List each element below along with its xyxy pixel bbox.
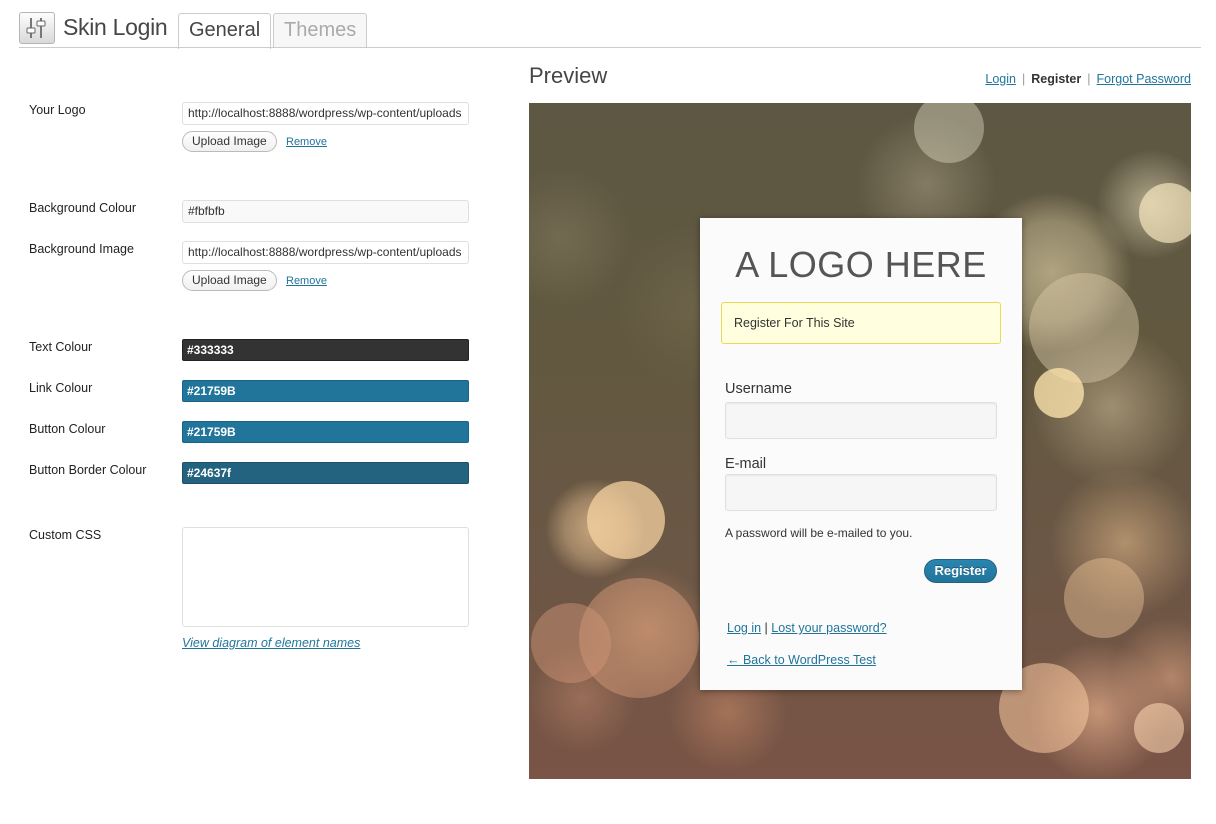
link-colour-label: Link Colour (29, 381, 93, 395)
nav-separator: | (1087, 72, 1091, 86)
your-logo-input[interactable]: http://localhost:8888/wordpress/wp-conte… (182, 102, 469, 125)
bokeh-light (531, 603, 611, 683)
sliders-icon (19, 12, 55, 44)
button-colour-label: Button Colour (29, 422, 106, 436)
background-image-input[interactable]: http://localhost:8888/wordpress/wp-conte… (182, 241, 469, 264)
page-header: Skin Login General Themes (0, 0, 1216, 50)
link-colour-input[interactable]: #21759B (182, 380, 469, 402)
tab-general[interactable]: General (178, 13, 272, 49)
preview-login-link[interactable]: Login (985, 72, 1016, 86)
preview-nav: Login | Register | Forgot Password (985, 72, 1191, 86)
bokeh-light (579, 578, 699, 698)
preview-title: Preview (529, 63, 608, 88)
text-colour-label: Text Colour (29, 340, 93, 354)
remove-logo-link[interactable]: Remove (286, 136, 327, 148)
background-colour-input[interactable]: #fbfbfb (182, 200, 469, 223)
remove-background-link[interactable]: Remove (286, 275, 327, 287)
nav-separator: | (1021, 72, 1026, 86)
bokeh-light (914, 103, 984, 163)
lost-password-link[interactable]: Lost your password? (771, 621, 886, 635)
tab-themes[interactable]: Themes (273, 13, 368, 48)
bokeh-light (1029, 273, 1139, 383)
your-logo-label: Your Logo (29, 103, 86, 117)
register-notice: Register For This Site (721, 302, 1001, 344)
custom-css-textarea[interactable] (182, 527, 469, 627)
upload-background-button[interactable]: Upload Image (182, 270, 277, 291)
username-label: Username (725, 381, 792, 397)
bokeh-light (1064, 558, 1144, 638)
custom-css-label: Custom CSS (29, 528, 102, 542)
log-in-link[interactable]: Log in (727, 621, 761, 635)
email-input[interactable] (725, 474, 997, 511)
text-colour-input[interactable]: #333333 (182, 339, 469, 361)
button-border-colour-input[interactable]: #24637f (182, 462, 469, 484)
login-card: A LOGO HERE Register For This Site Usern… (700, 218, 1022, 690)
button-colour-input[interactable]: #21759B (182, 421, 469, 443)
preview-forgot-password-link[interactable]: Forgot Password (1097, 72, 1191, 86)
back-to-site-link[interactable]: ← Back to WordPress Test (727, 653, 876, 667)
page-title: Skin Login (63, 14, 168, 40)
bokeh-light (1139, 183, 1191, 243)
preview-register-link[interactable]: Register (1031, 72, 1081, 86)
background-image-label: Background Image (29, 242, 134, 256)
register-button[interactable]: Register (924, 559, 997, 583)
bokeh-light (587, 481, 665, 559)
background-colour-label: Background Colour (29, 201, 137, 215)
email-label: E-mail (725, 456, 767, 472)
view-diagram-link[interactable]: View diagram of element names (182, 636, 360, 650)
button-border-colour-label: Button Border Colour (29, 463, 147, 477)
bokeh-light (1034, 368, 1084, 418)
upload-logo-button[interactable]: Upload Image (182, 131, 277, 152)
bokeh-light (1134, 703, 1184, 753)
header-divider (19, 47, 1201, 48)
card-links: Log in | Lost your password? (727, 621, 887, 635)
username-input[interactable] (725, 402, 997, 439)
logo-placeholder: A LOGO HERE (735, 244, 987, 285)
password-hint: A password will be e-mailed to you. (725, 526, 913, 540)
preview-frame: A LOGO HERE Register For This Site Usern… (529, 103, 1191, 779)
link-separator: | (764, 621, 768, 635)
